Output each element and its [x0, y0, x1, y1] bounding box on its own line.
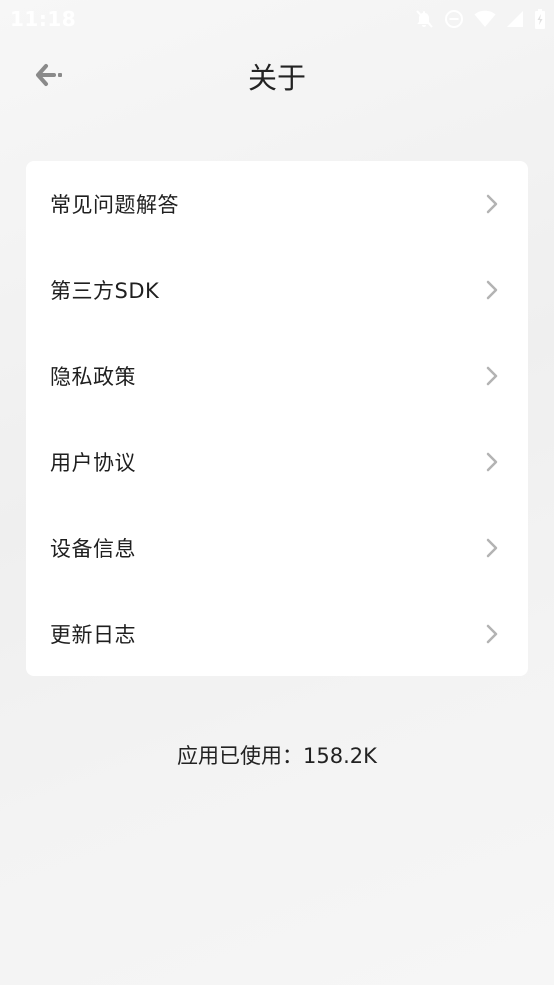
status-icons: [404, 8, 546, 30]
signal-icon: [507, 11, 523, 27]
chevron-right-icon: [484, 365, 500, 387]
menu-item-changelog[interactable]: 更新日志: [26, 591, 528, 676]
notifications-off-icon: [416, 10, 433, 28]
chevron-right-icon: [484, 279, 500, 301]
chevron-right-icon: [484, 537, 500, 559]
menu-item-third-party-sdk[interactable]: 第三方SDK: [26, 247, 528, 333]
menu-item-label: 用户协议: [50, 451, 136, 475]
menu-item-label: 更新日志: [50, 623, 136, 647]
page-title: 关于: [247, 61, 306, 95]
chevron-right-icon: [484, 193, 500, 215]
menu-item-label: 设备信息: [50, 537, 136, 561]
do-not-disturb-icon: [445, 10, 463, 28]
storage-usage-text: 应用已使用：158.2K: [177, 744, 377, 768]
chevron-right-icon: [484, 623, 500, 645]
status-bar: 11:18: [0, 0, 554, 38]
chevron-right-icon: [484, 451, 500, 473]
status-time: 11:18: [10, 7, 77, 31]
app-bar: 关于: [0, 38, 554, 110]
menu-item-label: 常见问题解答: [50, 193, 179, 217]
menu-item-label: 隐私政策: [50, 365, 136, 389]
battery-icon: [535, 9, 545, 29]
menu-item-privacy-policy[interactable]: 隐私政策: [26, 333, 528, 419]
about-menu-card: 常见问题解答 第三方SDK 隐私政策 用户协议 设备信息 更新日志: [26, 161, 528, 676]
menu-item-user-agreement[interactable]: 用户协议: [26, 419, 528, 505]
menu-item-device-info[interactable]: 设备信息: [26, 505, 528, 591]
wifi-icon: [474, 10, 496, 28]
menu-item-faq[interactable]: 常见问题解答: [26, 161, 528, 247]
menu-item-label: 第三方SDK: [50, 279, 160, 303]
